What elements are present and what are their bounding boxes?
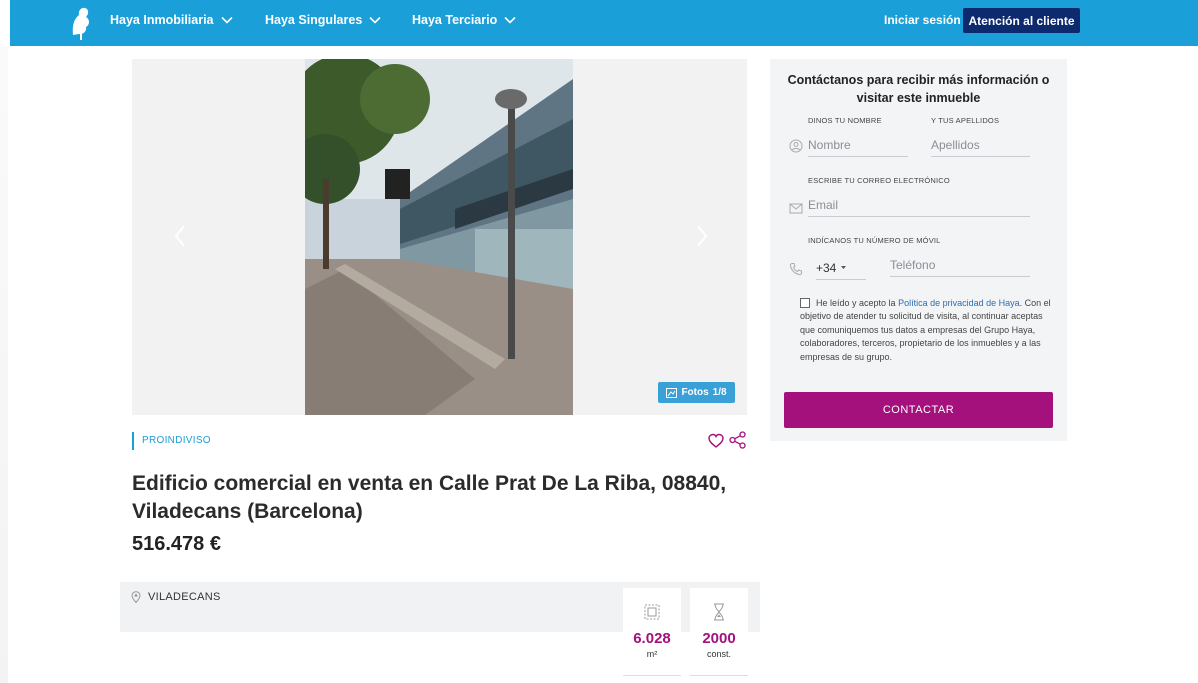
email-input[interactable] (808, 193, 1030, 217)
nav-label: Haya Singulares (265, 13, 363, 27)
privacy-consent-text: He leído y acepto la Política de privaci… (800, 297, 1056, 364)
nav-haya-inmobiliaria[interactable]: Haya Inmobiliaria (110, 13, 233, 27)
phone-field-label: INDÍCANOS TU NÚMERO DE MÓVIL (808, 236, 941, 245)
page-edge (0, 46, 8, 683)
envelope-icon (789, 203, 803, 214)
area-unit: m² (646, 649, 658, 659)
name-field-label: DINOS TU NOMBRE (808, 116, 882, 125)
location-pin-icon (131, 591, 141, 603)
construction-year-stat-card: 2000 const. (690, 588, 748, 676)
listing-title: Edificio comercial en venta en Calle Pra… (132, 472, 727, 523)
hourglass-icon (714, 603, 724, 621)
legal-text-intro: He leído y acepto la (816, 298, 899, 308)
area-value: 6.028 (633, 630, 671, 647)
chevron-down-icon (504, 16, 516, 24)
nav-haya-terciario[interactable]: Haya Terciario (412, 13, 516, 27)
login-link[interactable]: Iniciar sesión (884, 13, 961, 27)
customer-support-button[interactable]: Atención al cliente (963, 8, 1080, 33)
surname-input[interactable] (931, 133, 1030, 157)
phone-prefix-select[interactable]: +34 (816, 256, 866, 280)
name-input[interactable] (808, 133, 908, 157)
contact-form-title: Contáctanos para recibir más información… (787, 73, 1050, 105)
share-icon[interactable] (729, 431, 746, 449)
nav-haya-singulares[interactable]: Haya Singulares (265, 13, 381, 27)
image-icon (666, 387, 678, 398)
location-text: VILADECANS (148, 591, 221, 603)
chevron-down-icon (220, 16, 233, 24)
email-field-label: ESCRIBE TU CORREO ELECTRÓNICO (808, 176, 950, 185)
privacy-policy-link[interactable]: Política de privacidad de Haya (898, 298, 1020, 308)
chevron-down-icon (369, 16, 381, 24)
nav-label: Haya Inmobiliaria (110, 13, 214, 27)
previous-photo-arrow-icon[interactable] (172, 224, 188, 248)
phone-prefix-value: +34 (816, 260, 837, 275)
photos-count-badge[interactable]: Fotos 1/8 (658, 382, 735, 403)
area-stat-card: 6.028 m² (623, 588, 681, 676)
nav-label: Haya Terciario (412, 13, 498, 27)
contact-submit-button[interactable]: CONTACTAR (784, 392, 1053, 428)
phone-input[interactable] (890, 253, 1030, 277)
area-icon (644, 604, 660, 620)
construction-year-unit: const. (706, 649, 731, 659)
next-photo-arrow-icon[interactable] (694, 224, 710, 248)
surname-field-label: Y TUS APELLIDOS (931, 116, 1000, 125)
construction-year-value: 2000 (702, 630, 736, 647)
haya-logo[interactable] (70, 5, 92, 41)
user-icon (789, 139, 803, 153)
heart-icon[interactable] (708, 433, 724, 449)
listing-price: 516.478 € (132, 533, 221, 555)
photo-gallery: Fotos 1/8 (132, 59, 747, 415)
photos-badge-count: 1/8 (712, 387, 727, 398)
category-tag: PROINDIVISO (132, 432, 211, 450)
phone-icon (789, 263, 802, 276)
top-navigation-bar: Haya Inmobiliaria Haya Singulares Haya T… (10, 0, 1198, 46)
property-photo[interactable] (305, 59, 573, 415)
photos-badge-label: Fotos (681, 387, 709, 398)
caret-down-icon (841, 266, 847, 269)
